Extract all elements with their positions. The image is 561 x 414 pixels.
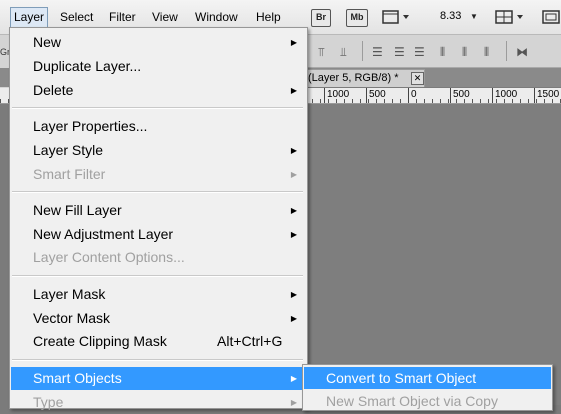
menu-item-label: New Adjustment Layer	[33, 226, 174, 242]
menu-item-label: Layer Style	[33, 142, 104, 158]
distribute-bottom-icon[interactable]: ☰	[414, 45, 425, 59]
menu-filter[interactable]: Filter	[109, 10, 136, 25]
menu-item-smart-objects[interactable]: Smart Objects ▶	[11, 367, 305, 390]
menu-item-type: Type ▶	[11, 391, 305, 414]
menu-item-new-fill-layer[interactable]: New Fill Layer ▶	[11, 199, 305, 222]
close-tab-icon[interactable]: ✕	[411, 72, 424, 85]
menu-item-label: New	[33, 34, 62, 50]
toolbar-divider	[362, 41, 363, 61]
align-top-icon[interactable]: ⫪	[318, 45, 325, 60]
menu-item-layer-properties[interactable]: Layer Properties...	[11, 115, 305, 138]
document-tab-title: (Layer 5, RGB/8) *	[308, 72, 399, 84]
menu-item-label: Layer Properties...	[33, 118, 148, 134]
menu-item-label: Type	[33, 394, 64, 410]
menu-item-layer-style[interactable]: Layer Style ▶	[11, 139, 305, 162]
submenu-arrow-icon: ▶	[290, 170, 297, 179]
submenu-arrow-icon: ▶	[290, 206, 297, 215]
zoom-dropdown-icon[interactable]: ▼	[469, 9, 479, 25]
menu-item-delete[interactable]: Delete ▶	[11, 79, 305, 102]
distribute-top-icon[interactable]: ☰	[372, 45, 383, 59]
menu-item-label: Delete	[33, 82, 74, 98]
submenu-item-new-smart-object-via-copy: New Smart Object via Copy	[304, 390, 551, 412]
menu-item-label: Layer Mask	[33, 286, 106, 302]
menu-item-label: Smart Objects	[33, 370, 122, 386]
ruler-tick: 1000	[324, 88, 349, 103]
submenu-item-convert-to-smart-object[interactable]: Convert to Smart Object	[304, 367, 551, 389]
menu-separator	[12, 359, 303, 361]
toolbar-divider	[506, 41, 507, 61]
menu-item-smart-filter: Smart Filter ▶	[11, 163, 305, 186]
ruler-tick: 1000	[492, 88, 517, 103]
menu-select[interactable]: Select	[60, 10, 93, 25]
submenu-item-label: New Smart Object via Copy	[326, 393, 498, 409]
ruler-tick: 0	[408, 88, 417, 103]
zoom-level[interactable]: 8.33	[440, 10, 461, 22]
submenu-arrow-icon: ▶	[290, 38, 297, 47]
menu-separator	[12, 275, 303, 277]
distribute-center-icon[interactable]: ☰	[394, 45, 405, 59]
menu-item-shortcut: Alt+Ctrl+G	[217, 333, 283, 349]
menu-item-vector-mask[interactable]: Vector Mask ▶	[11, 307, 305, 330]
menu-item-create-clipping-mask[interactable]: Create Clipping Mask Alt+Ctrl+G	[11, 330, 305, 353]
submenu-arrow-icon: ▶	[290, 290, 297, 299]
distribute-horizontal-center-icon[interactable]: ⫴	[462, 45, 467, 60]
menu-window[interactable]: Window	[195, 10, 238, 25]
menu-item-duplicate-layer[interactable]: Duplicate Layer...	[11, 55, 305, 78]
distribute-right-icon[interactable]: ⫴	[484, 45, 489, 60]
submenu-arrow-icon: ▶	[290, 398, 297, 407]
submenu-arrow-icon: ▶	[290, 230, 297, 239]
align-vertical-center-icon[interactable]: ⫫	[340, 45, 347, 60]
submenu-arrow-icon: ▶	[290, 86, 297, 95]
submenu-arrow-icon: ▶	[290, 374, 297, 383]
menu-separator	[12, 191, 303, 193]
submenu-arrow-icon: ▶	[290, 314, 297, 323]
menu-item-label: Create Clipping Mask	[33, 333, 167, 349]
menu-item-label: Vector Mask	[33, 310, 111, 326]
menu-item-new-adjustment-layer[interactable]: New Adjustment Layer ▶	[11, 223, 305, 246]
menu-item-label: Duplicate Layer...	[33, 58, 142, 74]
bridge-button[interactable]: Br	[311, 9, 331, 27]
submenu-arrow-icon: ▶	[290, 146, 297, 155]
menu-separator	[12, 107, 303, 109]
ruler-tick: 1500	[534, 88, 559, 103]
menu-item-label: Smart Filter	[33, 166, 106, 182]
menu-item-layer-content-options: Layer Content Options...	[11, 246, 305, 269]
layer-menu: New ▶ Duplicate Layer... Delete ▶ Layer …	[9, 27, 308, 410]
document-canvas[interactable]	[305, 104, 561, 405]
distribute-left-icon[interactable]: ⫴	[440, 45, 445, 60]
menu-layer[interactable]: Layer	[10, 7, 49, 27]
menu-item-new[interactable]: New ▶	[11, 31, 305, 54]
ruler-tick: 500	[366, 88, 386, 103]
menu-item-label: New Fill Layer	[33, 202, 122, 218]
menu-item-label: Layer Content Options...	[33, 249, 185, 265]
document-tab[interactable]: (Layer 5, RGB/8) *	[305, 69, 425, 87]
submenu-item-label: Convert to Smart Object	[326, 370, 477, 386]
mini-bridge-button[interactable]: Mb	[346, 9, 368, 27]
menu-item-layer-mask[interactable]: Layer Mask ▶	[11, 283, 305, 306]
smart-objects-submenu: Convert to Smart Object New Smart Object…	[302, 364, 553, 411]
menu-help[interactable]: Help	[256, 10, 281, 25]
menu-view[interactable]: View	[152, 10, 178, 25]
arrange-documents-icon[interactable]	[495, 9, 527, 25]
auto-align-layers-icon[interactable]: ⧓	[516, 45, 528, 59]
ruler-tick: 500	[450, 88, 470, 103]
screen-mode-icon[interactable]	[541, 9, 561, 25]
view-extras-icon[interactable]	[382, 9, 412, 25]
